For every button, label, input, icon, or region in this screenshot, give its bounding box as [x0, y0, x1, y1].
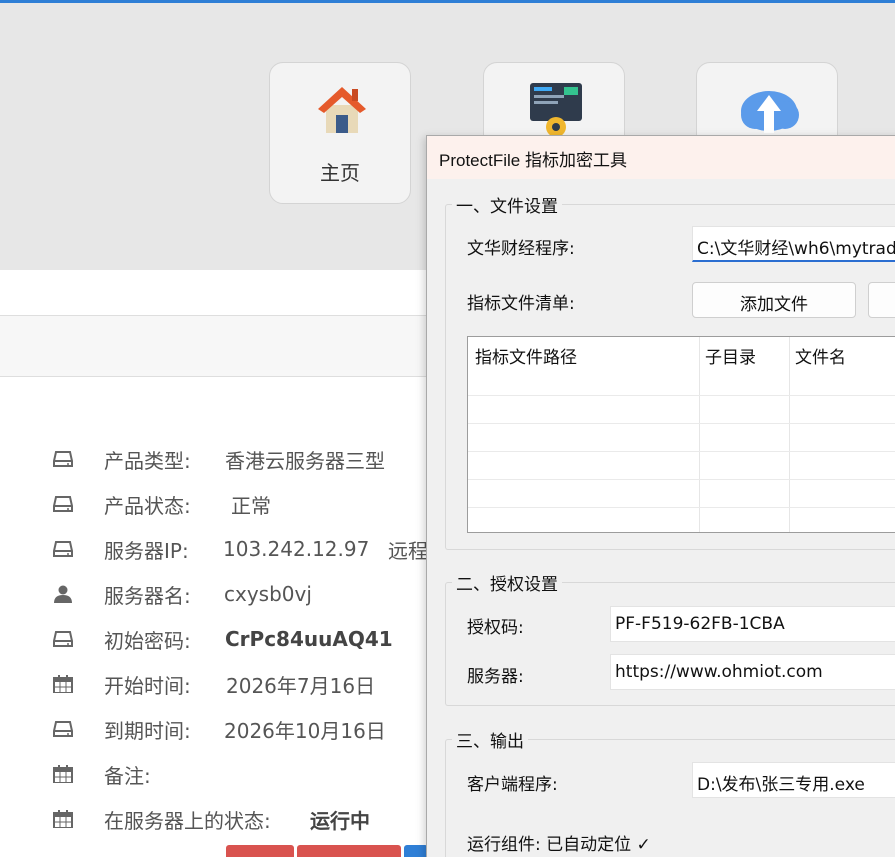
user-icon — [54, 585, 72, 603]
auth-code-input[interactable]: PF-F519-62FB-1CBA — [610, 606, 895, 642]
action-button-red[interactable] — [226, 845, 294, 857]
info-value: 香港云服务器三型 — [225, 448, 385, 473]
app-tile-label: 主页 — [320, 161, 360, 185]
info-row-remarks: 备注: — [0, 757, 430, 791]
divider — [0, 376, 430, 377]
drive-icon — [53, 721, 73, 737]
info-row-product-status: 产品状态: 正常 — [0, 487, 430, 521]
drive-icon — [53, 451, 73, 467]
info-value: 正常 — [231, 493, 271, 518]
calendar-icon — [53, 765, 73, 783]
list-row-line — [468, 423, 895, 424]
info-row-start-time: 开始时间: 2026年7月16日 — [0, 667, 430, 701]
info-value: cxysb0vj — [224, 582, 312, 606]
calendar-icon — [53, 810, 73, 828]
client-program-input[interactable]: D:\发布\张三专用.exe — [692, 762, 895, 798]
list-row-line — [468, 507, 895, 508]
info-value: 2026年10月16日 — [224, 718, 386, 743]
list-label: 指标文件清单: — [467, 294, 575, 314]
info-label: 产品状态: — [104, 493, 191, 518]
info-label: 在服务器上的状态: — [104, 808, 271, 833]
column-header-filename[interactable]: 文件名 — [795, 343, 846, 368]
info-row-product-type: 产品类型: 香港云服务器三型 — [0, 442, 430, 476]
program-label: 文华财经程序: — [467, 239, 575, 259]
indicator-file-list[interactable]: 指标文件路径 子目录 文件名 — [467, 336, 895, 533]
info-row-server-ip: 服务器IP: 103.242.12.97 远程 — [0, 532, 430, 566]
server-label: 服务器: — [467, 667, 524, 687]
action-button-blue[interactable] — [404, 845, 428, 857]
app-tile-home[interactable]: 主页 — [269, 62, 411, 204]
list-row-line — [468, 451, 895, 452]
calendar-icon — [53, 675, 73, 693]
remove-file-button[interactable] — [868, 282, 895, 318]
drive-icon — [53, 541, 73, 557]
info-value: 运行中 — [310, 808, 370, 833]
info-value: CrPc84uuAQ41 — [225, 627, 393, 651]
action-button-red-2[interactable] — [297, 845, 401, 857]
info-row-initial-password: 初始密码: CrPc84uuAQ41 — [0, 622, 430, 656]
info-row-server-name: 服务器名: cxysb0vj — [0, 577, 430, 611]
server-config-icon — [530, 83, 582, 137]
column-divider — [789, 337, 790, 532]
column-header-path[interactable]: 指标文件路径 — [475, 343, 577, 368]
list-row-line — [468, 479, 895, 480]
info-label: 服务器IP: — [104, 538, 189, 563]
column-header-subdir[interactable]: 子目录 — [705, 343, 756, 368]
cloud-upload-icon — [741, 91, 799, 133]
info-label: 初始密码: — [104, 628, 191, 653]
list-row-line — [468, 395, 895, 396]
info-row-expire-time: 到期时间: 2026年10月16日 — [0, 712, 430, 746]
info-row-server-status: 在服务器上的状态: 运行中 — [0, 802, 430, 836]
column-divider — [699, 337, 700, 532]
program-path-input[interactable]: C:\文华财经\wh6\mytrader — [692, 226, 895, 262]
info-label: 产品类型: — [104, 448, 191, 473]
info-value: 2026年7月16日 — [226, 673, 376, 698]
info-label: 到期时间: — [104, 718, 191, 743]
auth-code-label: 授权码: — [467, 618, 524, 638]
component-status: 运行组件: 已自动定位 ✓ — [467, 835, 651, 855]
info-value: 103.242.12.97 — [223, 537, 370, 561]
info-label: 备注: — [104, 763, 151, 788]
info-label: 服务器名: — [104, 583, 191, 608]
drive-icon — [53, 496, 73, 512]
remote-link[interactable]: 远程 — [388, 535, 428, 564]
drive-icon — [53, 631, 73, 647]
dialog-titlebar[interactable]: ProtectFile 指标加密工具 — [427, 136, 895, 179]
tab-bar-area — [0, 316, 430, 376]
add-file-button[interactable]: 添加文件 — [692, 282, 856, 318]
house-icon — [318, 87, 366, 133]
info-label: 开始时间: — [104, 673, 191, 698]
group-title: 二、授权设置 — [452, 570, 562, 595]
server-url-input[interactable]: https://www.ohmiot.com — [610, 654, 895, 690]
protectfile-dialog: ProtectFile 指标加密工具 一、文件设置 文华财经程序: C:\文华财… — [426, 135, 895, 857]
dialog-title: ProtectFile 指标加密工具 — [439, 151, 627, 170]
group-title: 一、文件设置 — [452, 192, 562, 217]
client-program-label: 客户端程序: — [467, 775, 558, 795]
group-title: 三、输出 — [452, 727, 528, 752]
